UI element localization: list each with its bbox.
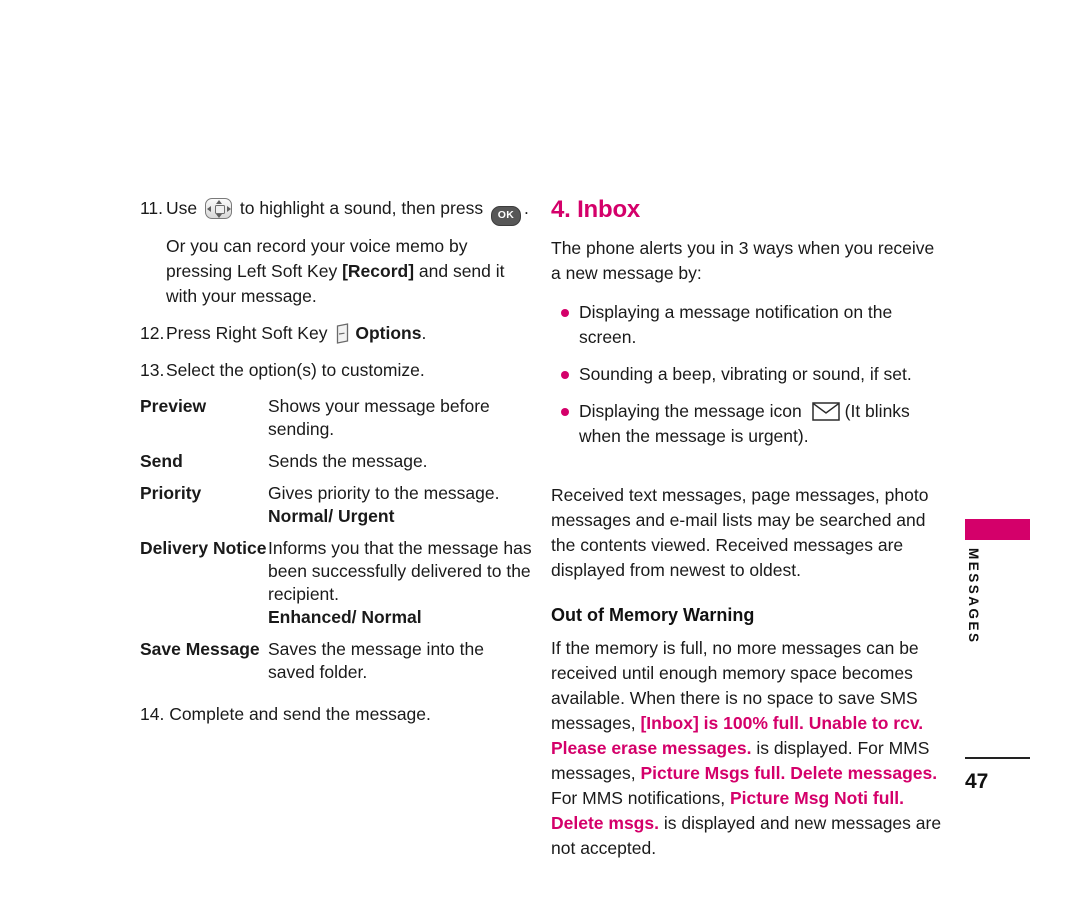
ok-key-icon: OK bbox=[490, 206, 521, 226]
navigation-key-icon bbox=[205, 198, 232, 219]
option-values: Normal/ Urgent bbox=[268, 506, 395, 526]
step-11: 11. Use to highlight a sound, then press… bbox=[140, 196, 532, 309]
step-14: 14. Complete and send the message. bbox=[140, 704, 431, 724]
bullet-dot-icon bbox=[561, 309, 569, 317]
step-12-text-before: Press Right Soft Key bbox=[166, 323, 328, 343]
option-term: Save Message bbox=[140, 639, 260, 659]
list-item-text-before: Displaying the message icon bbox=[579, 401, 802, 421]
footer-divider bbox=[965, 757, 1030, 759]
option-description: Gives priority to the message. Normal/ U… bbox=[268, 482, 532, 528]
list-item-text: Sounding a beep, vibrating or sound, if … bbox=[579, 364, 912, 384]
step-11-text-middle: to highlight a sound, then press bbox=[239, 198, 484, 218]
status-message-picture-msgs-full: Picture Msgs full. Delete messages. bbox=[640, 763, 938, 783]
options-definition-list: Preview Shows your message before sendin… bbox=[140, 395, 532, 684]
step-11-continuation: Or you can record your voice memo by pre… bbox=[166, 234, 532, 309]
option-description-text: Saves the message into the saved folder. bbox=[268, 639, 484, 682]
memory-warning-paragraph: If the memory is full, no more messages … bbox=[551, 636, 943, 861]
option-values: Enhanced/ Normal bbox=[268, 607, 422, 627]
option-description-text: Sends the message. bbox=[268, 451, 428, 471]
bullet-dot-icon bbox=[561, 371, 569, 379]
manual-page: 11. Use to highlight a sound, then press… bbox=[0, 0, 1080, 914]
step-11-text-before: Use bbox=[166, 198, 198, 218]
option-row-priority: Priority Gives priority to the message. … bbox=[140, 482, 532, 528]
step-11-record-label: [Record] bbox=[342, 261, 415, 281]
option-row-save-message: Save Message Saves the message into the … bbox=[140, 638, 532, 684]
step-13-number: 13. bbox=[140, 360, 165, 380]
step-11-body: Use to highlight a sound, then press OK. bbox=[166, 196, 532, 226]
alert-methods-list: Displaying a message notification on the… bbox=[551, 300, 943, 449]
left-column: 11. Use to highlight a sound, then press… bbox=[140, 196, 532, 727]
list-item-text: Displaying a message notification on the… bbox=[579, 302, 893, 347]
envelope-icon bbox=[811, 402, 840, 421]
chapter-tab-marker bbox=[965, 519, 1030, 540]
intro-paragraph: The phone alerts you in 3 ways when you … bbox=[551, 238, 935, 283]
step-12-text-after: . bbox=[421, 323, 427, 343]
option-description: Sends the message. bbox=[268, 450, 532, 473]
option-description: Shows your message before sending. bbox=[268, 395, 532, 441]
option-row-delivery-notice: Delivery Notice Informs you that the mes… bbox=[140, 537, 532, 629]
step-11-text-after: . bbox=[523, 198, 529, 218]
step-12-options-label: Options bbox=[355, 323, 422, 343]
option-term: Preview bbox=[140, 396, 207, 416]
option-description: Saves the message into the saved folder. bbox=[268, 638, 532, 684]
step-12: 12. Press Right Soft Key Options. bbox=[140, 321, 532, 346]
option-description: Informs you that the message has been su… bbox=[268, 537, 532, 629]
step-13: 13. Select the option(s) to customize. bbox=[140, 358, 532, 383]
option-term: Send bbox=[140, 451, 183, 471]
step-13-text: Select the option(s) to customize. bbox=[166, 360, 425, 380]
option-row-send: Send Sends the message. bbox=[140, 450, 532, 473]
list-item: Displaying a message notification on the… bbox=[551, 300, 943, 350]
page-title: 4. Inbox bbox=[551, 196, 641, 223]
subsection-title: Out of Memory Warning bbox=[551, 605, 755, 625]
option-description-text: Shows your message before sending. bbox=[268, 396, 490, 439]
bullet-dot-icon bbox=[561, 408, 569, 416]
option-term: Priority bbox=[140, 483, 202, 503]
page-number: 47 bbox=[965, 770, 989, 793]
chapter-tab-label: MESSAGES bbox=[966, 548, 981, 645]
step-12-number: 12. bbox=[140, 323, 165, 343]
option-term: Delivery Notice bbox=[140, 538, 267, 558]
soft-key-icon bbox=[335, 323, 350, 344]
step-12-body: Press Right Soft Key Options. bbox=[166, 321, 532, 346]
warning-text-3: For MMS notifications, bbox=[551, 788, 730, 808]
option-description-text: Gives priority to the message. bbox=[268, 483, 500, 503]
step-11-number: 11. bbox=[140, 198, 164, 218]
option-description-text: Informs you that the message has been su… bbox=[268, 538, 532, 604]
right-column: 4. Inbox The phone alerts you in 3 ways … bbox=[551, 196, 943, 875]
body-paragraph: Received text messages, page messages, p… bbox=[551, 485, 929, 580]
list-item: Sounding a beep, vibrating or sound, if … bbox=[551, 362, 943, 387]
list-item: Displaying the message icon (It blinks w… bbox=[551, 399, 943, 449]
option-row-preview: Preview Shows your message before sendin… bbox=[140, 395, 532, 441]
